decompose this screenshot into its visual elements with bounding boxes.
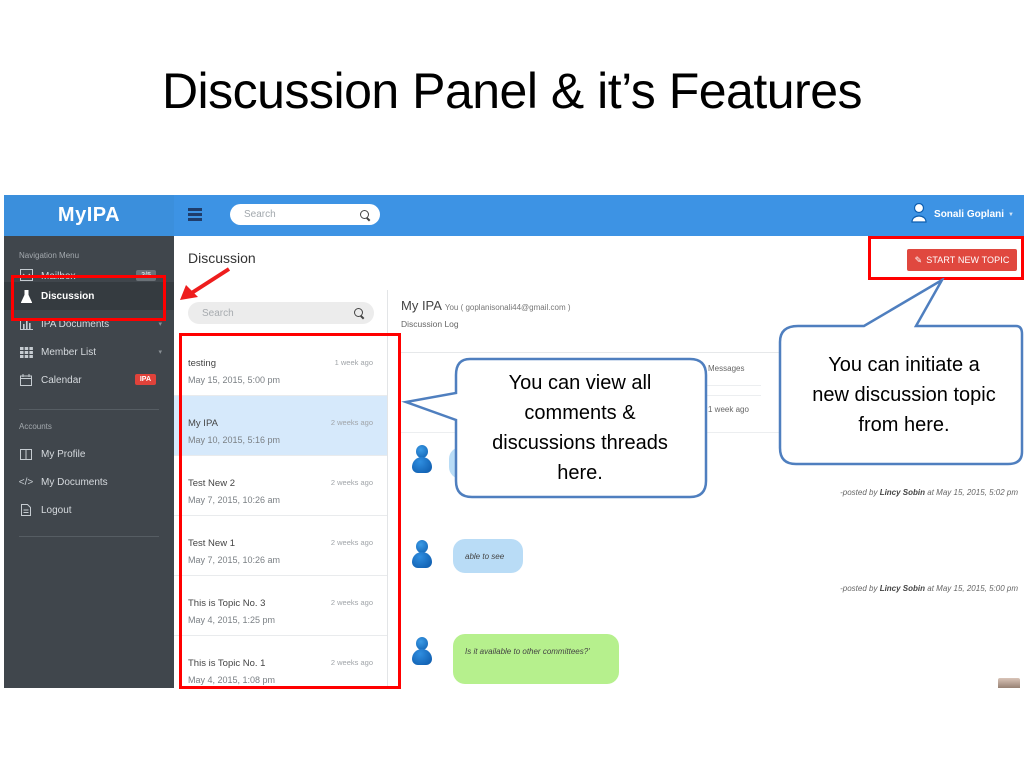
code-icon: </> — [18, 476, 34, 488]
sidebar-item-my-profile[interactable]: My Profile — [4, 440, 174, 468]
sidebar-item-label: Calendar — [41, 374, 82, 386]
search-icon[interactable] — [360, 209, 370, 220]
comment-timestamp: at May 15, 2015, 5:02 pm — [927, 488, 1018, 497]
callout-threads-text: You can view all comments & discussions … — [460, 368, 700, 488]
sidebar: MyIPA Navigation Menu Mailbox 3/5 Discus… — [4, 195, 174, 688]
user-menu[interactable]: Sonali Goplani ▼ — [911, 202, 1014, 226]
annotation-arrow-icon — [180, 267, 231, 300]
comment-timestamp: at May 15, 2015, 5:00 pm — [927, 584, 1018, 593]
columns-icon — [19, 447, 33, 461]
hamburger-menu-icon[interactable] — [188, 208, 202, 221]
sidebar-item-label: My Documents — [41, 476, 108, 488]
accounts-heading: Accounts — [19, 422, 52, 431]
comment-author[interactable]: Lincy Sobin — [880, 584, 925, 593]
thread-title-text: My IPA — [401, 298, 442, 313]
callout-line: comments & — [524, 402, 636, 424]
callout-line: from here. — [858, 414, 950, 436]
callout-line: You can view all — [508, 372, 652, 394]
thread-subtitle: Discussion Log — [401, 319, 459, 329]
messages-label: Messages — [708, 364, 745, 373]
sidebar-item-label: Member List — [41, 346, 97, 358]
posted-prefix: -posted by — [840, 488, 878, 497]
callout-line: You can initiate a — [828, 354, 980, 376]
callout-line: discussions threads — [492, 432, 668, 454]
calendar-badge: IPA — [134, 374, 156, 385]
callout-new-topic-text: You can initiate a new discussion topic … — [786, 350, 1022, 440]
slide-title: Discussion Panel & it’s Features — [161, 63, 863, 119]
top-search-input[interactable]: Search — [230, 204, 380, 225]
nav-heading: Navigation Menu — [19, 251, 80, 260]
sidebar-item-calendar[interactable]: Calendar IPA — [4, 366, 174, 394]
chevron-down-icon: ▾ — [158, 321, 162, 328]
commenter-avatar-icon — [411, 637, 433, 667]
posted-prefix: -posted by — [840, 584, 878, 593]
search-placeholder: Search — [244, 209, 276, 220]
sidebar-item-logout[interactable]: Logout — [4, 496, 174, 524]
user-avatar-icon — [911, 202, 927, 226]
chevron-down-icon: ▼ — [1008, 211, 1014, 218]
comment-author[interactable]: Lincy Sobin — [880, 488, 925, 497]
user-name: Sonali Goplani — [934, 209, 1005, 220]
highlight-topic-list — [179, 333, 401, 689]
sidebar-item-member-list[interactable]: Member List ▾ — [4, 338, 174, 366]
brand-logo[interactable]: MyIPA — [4, 195, 174, 236]
callout-line: here. — [557, 462, 603, 484]
document-icon — [19, 503, 33, 517]
user-thumbnail — [998, 678, 1020, 688]
comment-bubble: able to see — [453, 539, 523, 573]
messages-divider — [701, 385, 761, 386]
callout-line: new discussion topic — [812, 384, 996, 406]
highlight-discussion-nav — [11, 275, 166, 321]
chevron-down-icon: ▾ — [158, 349, 162, 356]
thread-title: My IPA You ( goplanisonali44@gmail.com ) — [401, 298, 571, 313]
sidebar-item-label: My Profile — [41, 448, 86, 460]
comment-posted-by: -posted by Lincy Sobin at May 15, 2015, … — [840, 488, 1018, 497]
sidebar-divider — [19, 536, 159, 537]
commenter-avatar-icon — [411, 540, 433, 570]
search-placeholder: Search — [202, 307, 234, 319]
thread-owner: You ( goplanisonali44@gmail.com ) — [444, 303, 571, 312]
highlight-start-topic — [868, 236, 1024, 280]
search-icon[interactable] — [354, 308, 364, 318]
messages-divider — [701, 395, 761, 396]
grid-icon — [19, 345, 33, 359]
topic-search-input[interactable]: Search — [188, 302, 374, 324]
top-bar: Search Sonali Goplani ▼ — [174, 195, 1024, 236]
sidebar-item-my-documents[interactable]: </> My Documents — [4, 468, 174, 496]
comment-posted-by: -posted by Lincy Sobin at May 15, 2015, … — [840, 584, 1018, 593]
calendar-icon — [19, 373, 33, 387]
messages-relative-time: 1 week ago — [708, 405, 749, 414]
comment-bubble: Is it available to other committees?' — [453, 634, 619, 684]
sidebar-item-label: Logout — [41, 504, 72, 516]
